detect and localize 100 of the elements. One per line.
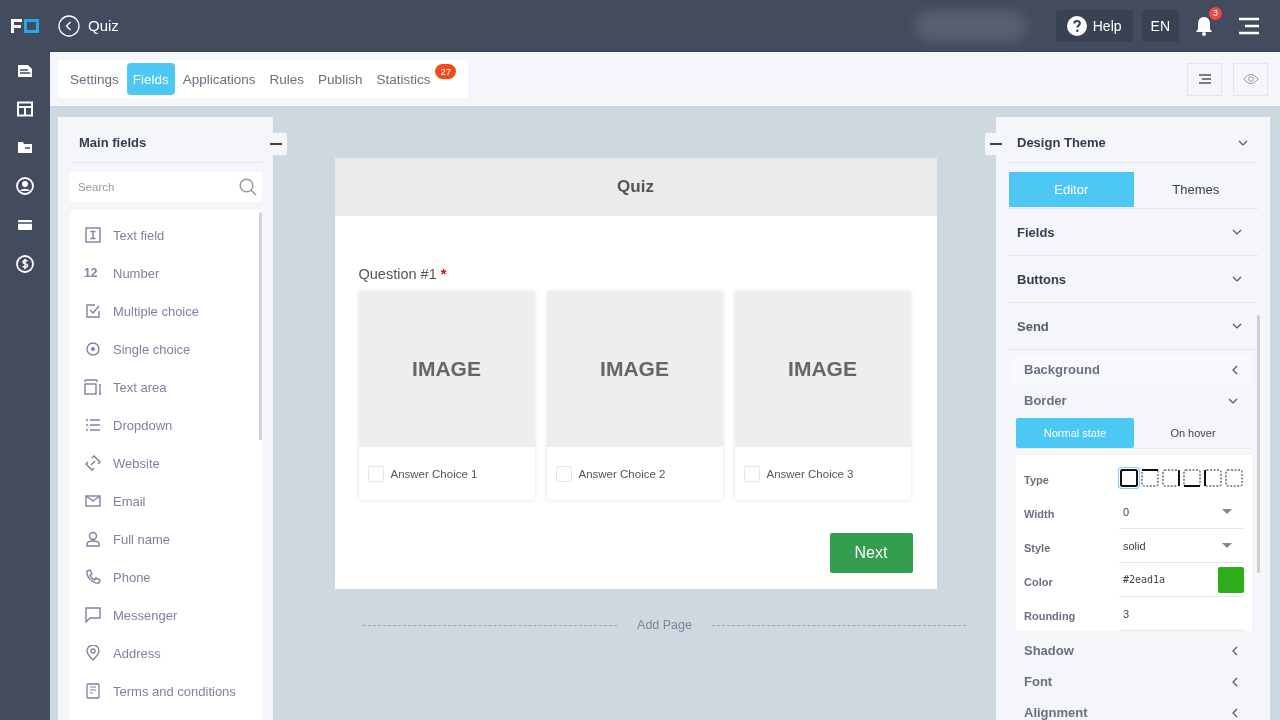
chevron-down-icon <box>1232 276 1242 282</box>
form-title: Quiz <box>334 158 937 216</box>
question-label: Question #1 <box>358 266 437 282</box>
add-page-link[interactable]: Add Page <box>637 618 692 632</box>
search-icon <box>239 178 257 196</box>
chevron-left-icon <box>1232 676 1238 687</box>
tab[interactable]: Publish <box>312 63 369 95</box>
tab[interactable]: Applications <box>176 63 262 95</box>
chevron-down-icon <box>1232 323 1242 329</box>
page-title: Quiz <box>88 17 119 34</box>
text-field-icon <box>84 227 102 243</box>
field-type-item[interactable]: Address <box>113 645 161 661</box>
panel-title: Design Theme <box>1017 135 1106 150</box>
menu-icon[interactable] <box>1238 16 1260 35</box>
property-label: Style <box>1024 542 1052 554</box>
radio-icon <box>84 341 102 357</box>
property-label: Type <box>1024 474 1050 486</box>
image-label: IMAGE <box>788 357 857 381</box>
section-header[interactable]: Buttons <box>1008 256 1258 303</box>
section-header[interactable]: Fields <box>1008 209 1258 256</box>
tab[interactable]: On hover <box>1134 418 1252 448</box>
border-top-icon[interactable] <box>1140 468 1160 488</box>
tab[interactable]: Rules <box>263 63 311 95</box>
image-label: IMAGE <box>412 357 481 381</box>
border-bottom-icon[interactable] <box>1182 468 1202 488</box>
checkbox[interactable] <box>555 465 572 482</box>
border-all-icon[interactable] <box>1119 468 1139 488</box>
tab[interactable]: Statistics <box>370 63 437 95</box>
field-type-item[interactable]: Email <box>113 493 146 509</box>
person-icon <box>84 531 102 547</box>
required-asterisk: * <box>440 266 447 282</box>
back-icon[interactable] <box>58 14 80 37</box>
answer-card[interactable]: IMAGE Answer Choice 3 <box>734 291 911 500</box>
field-type-item[interactable]: Terms and conditions <box>113 683 236 699</box>
answer-label: Answer Choice 2 <box>578 467 666 480</box>
text-area-icon <box>84 379 102 395</box>
align-icon <box>1198 74 1211 84</box>
folder-icon[interactable] <box>17 139 33 155</box>
search-field[interactable]: Search <box>70 172 262 202</box>
chevron-down-icon <box>1228 397 1238 404</box>
field-type-item[interactable]: Text field <box>113 227 165 243</box>
border-right-icon[interactable] <box>1161 468 1181 488</box>
list-icon <box>84 418 102 432</box>
envelope-icon <box>84 495 102 507</box>
chevron-down-icon[interactable] <box>1238 139 1248 146</box>
field-type-item[interactable]: Full name <box>113 531 171 547</box>
answer-card[interactable]: IMAGE Answer Choice 2 <box>546 291 723 500</box>
count-badge: 27 <box>435 64 456 79</box>
dropdown-caret-icon <box>1222 543 1232 548</box>
field-type-item[interactable]: Phone <box>113 569 151 585</box>
color-swatch[interactable] <box>1218 566 1244 593</box>
select-field[interactable]: solid <box>1119 529 1244 563</box>
link-icon <box>84 455 102 471</box>
align-button[interactable] <box>1187 62 1222 96</box>
field-type-item[interactable]: Single choice <box>113 341 191 357</box>
document-icon <box>84 683 102 699</box>
select-field[interactable]: 0 <box>1119 495 1244 529</box>
location-pin-icon <box>84 645 102 661</box>
card-icon[interactable] <box>17 217 33 233</box>
property-label: Rounding <box>1024 610 1077 622</box>
field-type-item[interactable]: Dropdown <box>113 417 173 433</box>
checkbox-icon <box>84 303 102 319</box>
phone-icon <box>84 569 102 585</box>
property-label: Color <box>1024 576 1054 588</box>
chat-icon <box>84 607 102 623</box>
section-header[interactable]: Send <box>1008 303 1258 350</box>
color-field[interactable]: #2ead1a <box>1119 563 1244 597</box>
answer-card[interactable]: IMAGE Answer Choice 1 <box>358 291 535 500</box>
checkbox[interactable] <box>367 465 384 482</box>
chevron-left-icon <box>1232 707 1238 718</box>
input-field[interactable]: 3 <box>1119 597 1244 631</box>
language-button[interactable]: EN <box>1141 9 1179 42</box>
answer-label: Answer Choice 1 <box>390 467 478 480</box>
bell-icon[interactable] <box>1195 15 1213 36</box>
document-icon[interactable] <box>17 63 33 79</box>
user-icon[interactable] <box>16 177 34 195</box>
field-type-item[interactable]: Website <box>113 455 160 471</box>
logo-icon <box>11 19 39 33</box>
help-button[interactable]: Help <box>1055 9 1133 42</box>
dropdown-caret-icon <box>1222 509 1232 514</box>
property-label: Width <box>1024 508 1056 520</box>
tab[interactable]: Settings <box>64 63 125 95</box>
eye-icon <box>1242 74 1259 84</box>
answer-label: Answer Choice 3 <box>766 467 854 480</box>
field-type-item[interactable]: Multiple choice <box>113 303 199 319</box>
tab[interactable]: Themes <box>1133 172 1258 207</box>
dollar-icon[interactable] <box>16 255 34 273</box>
panel-title: Main fields <box>70 117 262 163</box>
layout-icon[interactable] <box>17 101 33 117</box>
chevron-left-icon <box>1232 364 1238 375</box>
chevron-left-icon <box>1232 645 1238 656</box>
notification-badge: 3 <box>1209 6 1222 20</box>
border-left-icon[interactable] <box>1203 468 1223 488</box>
field-type-item[interactable]: Text area <box>113 379 167 395</box>
checkbox[interactable] <box>743 465 760 482</box>
help-icon <box>1066 15 1087 36</box>
number-icon: 12 <box>84 266 102 280</box>
next-button[interactable]: Next <box>829 533 913 573</box>
field-type-item[interactable]: Messenger <box>113 607 178 623</box>
field-type-item[interactable]: Number <box>113 265 160 281</box>
